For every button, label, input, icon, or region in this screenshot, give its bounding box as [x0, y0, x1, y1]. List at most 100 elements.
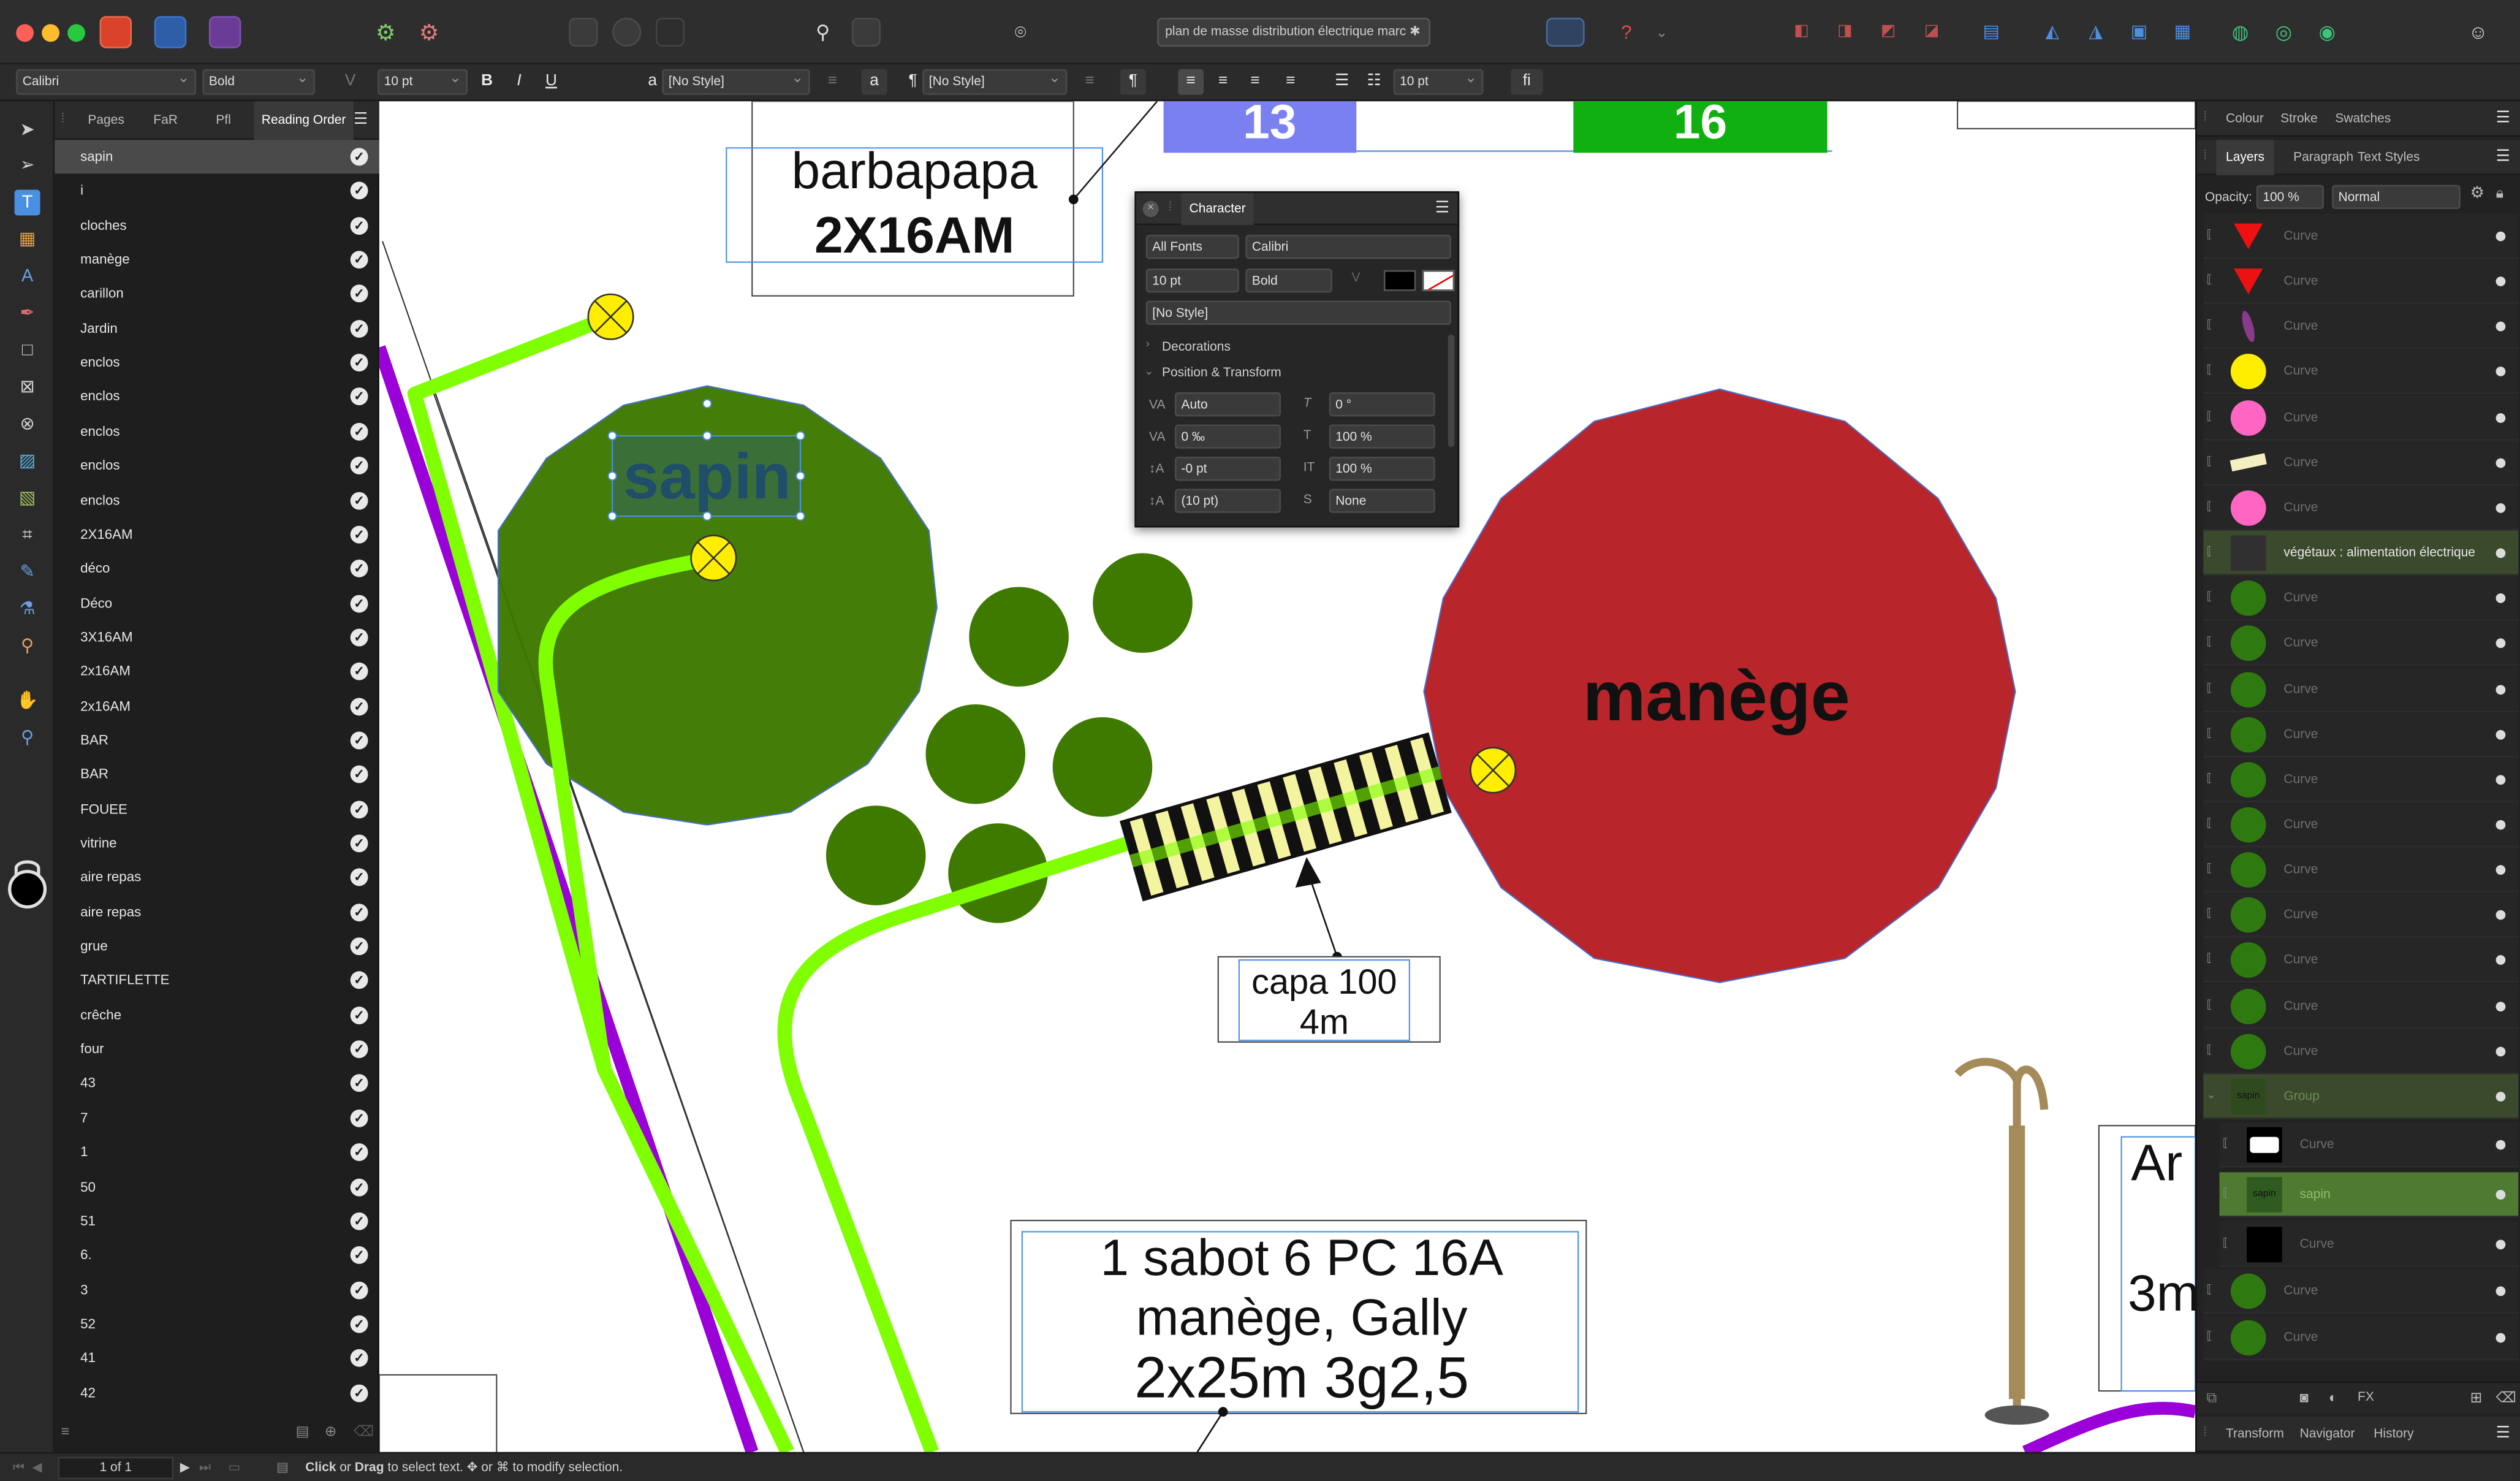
- checkmark-icon[interactable]: ✓: [350, 800, 368, 818]
- reading-order-item[interactable]: 6. ✓: [55, 1238, 379, 1272]
- font-collection-dropdown[interactable]: All Fonts: [1145, 234, 1239, 259]
- account-icon[interactable]: ☺: [2464, 18, 2492, 47]
- layer-row[interactable]: ⟦ Curve: [2203, 259, 2519, 305]
- character-panel[interactable]: × ⁞ Character ☰ All Fonts Calibri 10 pt …: [1134, 191, 1460, 528]
- layer-row[interactable]: ⟦ végétaux : alimentation électrique: [2203, 530, 2519, 576]
- cp-weight-icon[interactable]: V: [1351, 270, 1360, 285]
- next-page-icon[interactable]: ▶: [180, 1453, 190, 1481]
- picture-frame-tool-icon[interactable]: ⊠: [15, 375, 40, 400]
- snapping-icon[interactable]: ◎: [2269, 18, 2298, 47]
- layer-type-icon[interactable]: ⟦: [2207, 590, 2220, 606]
- tab-reading-order[interactable]: Reading Order: [254, 101, 354, 140]
- tab-stroke[interactable]: Stroke: [2280, 101, 2318, 137]
- checkmark-icon[interactable]: ✓: [350, 251, 368, 269]
- tab-transform[interactable]: Transform: [2226, 1417, 2284, 1452]
- skew-field[interactable]: 0 °: [1329, 392, 1435, 417]
- layer-type-icon[interactable]: ⟦: [2207, 364, 2220, 380]
- visibility-dot-icon[interactable]: [2495, 956, 2506, 965]
- layer-type-icon[interactable]: ⟦: [2223, 1187, 2236, 1203]
- layer-row[interactable]: ⟦ Curve: [2203, 440, 2519, 485]
- reading-order-item[interactable]: i ✓: [55, 174, 379, 208]
- visibility-dot-icon[interactable]: [2495, 1332, 2506, 1342]
- pilcrow-button[interactable]: ¶: [1120, 69, 1146, 95]
- publisher-persona-icon[interactable]: [99, 16, 132, 48]
- hand-tool-icon[interactable]: ✋: [15, 688, 40, 714]
- tab-far[interactable]: FaR: [142, 101, 190, 140]
- checkmark-icon[interactable]: ✓: [350, 1281, 368, 1299]
- layer-type-icon[interactable]: ⟦: [2223, 1137, 2236, 1153]
- visibility-dot-icon[interactable]: [2495, 322, 2506, 332]
- reading-order-item[interactable]: enclos ✓: [55, 380, 379, 414]
- fx-icon[interactable]: FX: [2358, 1389, 2374, 1404]
- pin-icon[interactable]: ⚲: [808, 18, 837, 47]
- checkmark-icon[interactable]: ✓: [350, 1143, 368, 1162]
- visibility-dot-icon[interactable]: [2495, 1240, 2506, 1251]
- delete-item-icon[interactable]: ⌫: [354, 1423, 374, 1441]
- checkmark-icon[interactable]: ✓: [350, 834, 368, 853]
- reading-order-item[interactable]: 2x16AM ✓: [55, 689, 379, 723]
- ellipse-frame-tool-icon[interactable]: ⊗: [15, 412, 40, 438]
- image-tool-icon[interactable]: ▧: [15, 485, 40, 511]
- layer-type-icon[interactable]: ⟦: [2207, 726, 2220, 742]
- tab-paragraph[interactable]: Paragraph: [2293, 140, 2353, 175]
- adjustment-layer-icon[interactable]: ◐: [2329, 1389, 2337, 1405]
- page-indicator[interactable]: 1 of 1: [58, 1456, 174, 1480]
- reading-order-item[interactable]: 2x16AM ✓: [55, 655, 379, 688]
- settings-gear-icon[interactable]: ⚙: [371, 18, 400, 47]
- boolean-add-icon[interactable]: ◧: [1787, 18, 1816, 47]
- visibility-dot-icon[interactable]: [2495, 276, 2506, 287]
- checkmark-icon[interactable]: ✓: [350, 1075, 368, 1093]
- reading-order-item[interactable]: aire repas ✓: [55, 861, 379, 894]
- manege-outlet-icon[interactable]: [1470, 747, 1517, 794]
- sabot-line-3[interactable]: 2x25m 3g2,5: [1134, 1346, 1469, 1411]
- top-outlet-icon[interactable]: [587, 293, 634, 340]
- boolean-subtract-icon[interactable]: ◨: [1831, 18, 1859, 47]
- layer-type-icon[interactable]: ⟦: [2207, 228, 2220, 244]
- reading-order-item[interactable]: carillon ✓: [55, 277, 379, 311]
- checkmark-icon[interactable]: ✓: [350, 388, 368, 406]
- visibility-dot-icon[interactable]: [2495, 1140, 2506, 1150]
- kerning-field[interactable]: Auto: [1174, 392, 1281, 417]
- first-page-icon[interactable]: ⏮: [13, 1453, 25, 1481]
- color-picker-tool-icon[interactable]: ⚲: [15, 634, 40, 660]
- reading-order-item[interactable]: crêche ✓: [55, 998, 379, 1032]
- layer-type-icon[interactable]: ⟦: [2207, 500, 2220, 516]
- checkmark-icon[interactable]: ✓: [350, 285, 368, 303]
- visibility-dot-icon[interactable]: [2495, 684, 2506, 694]
- underline-button[interactable]: U: [539, 69, 564, 95]
- tab-text-styles[interactable]: Text Styles: [2358, 140, 2419, 175]
- align-left-icon[interactable]: ▤: [1977, 18, 2006, 47]
- visibility-dot-icon[interactable]: [2495, 367, 2506, 377]
- layer-row[interactable]: ⟦ Curve: [2203, 756, 2519, 802]
- baseline-field[interactable]: -0 pt: [1174, 456, 1281, 481]
- layer-row[interactable]: ⌄ sapin Group: [2203, 1073, 2519, 1119]
- ar-length-text[interactable]: 3m: [2128, 1264, 2195, 1322]
- italic-button[interactable]: I: [506, 69, 532, 95]
- ar-text[interactable]: Ar: [2131, 1133, 2182, 1191]
- reading-order-item[interactable]: enclos ✓: [55, 414, 379, 448]
- reading-order-item[interactable]: 41 ✓: [55, 1341, 379, 1375]
- zoom-window-button[interactable]: [67, 24, 85, 42]
- boolean-xor-icon[interactable]: ◪: [1918, 18, 1946, 47]
- visibility-dot-icon[interactable]: [2495, 503, 2506, 513]
- layer-row[interactable]: ⟦ Curve: [2203, 349, 2519, 395]
- numbered-list-icon[interactable]: ☷: [1361, 69, 1387, 95]
- barbapapa-amp-text[interactable]: 2X16AM: [814, 206, 1014, 264]
- layer-row[interactable]: ⟦ Curve: [2203, 802, 2519, 848]
- checkmark-icon[interactable]: ✓: [350, 628, 368, 647]
- superscript-dropdown[interactable]: None: [1329, 489, 1435, 513]
- photo-persona-icon[interactable]: [208, 16, 241, 48]
- layer-row[interactable]: ⟦ Curve: [2203, 304, 2519, 350]
- reading-order-item[interactable]: Jardin ✓: [55, 311, 379, 345]
- panel-menu-icon[interactable]: ☰: [354, 111, 368, 129]
- character-style-dropdown[interactable]: [No Style]: [662, 69, 810, 95]
- reading-order-item[interactable]: 3 ✓: [55, 1273, 379, 1306]
- checkmark-icon[interactable]: ✓: [350, 216, 368, 235]
- checkmark-icon[interactable]: ✓: [350, 1349, 368, 1368]
- layer-options-icon[interactable]: ⧉: [2207, 1389, 2217, 1407]
- reading-order-item[interactable]: 52 ✓: [55, 1307, 379, 1341]
- layer-row[interactable]: ⟦ Curve: [2203, 1269, 2519, 1315]
- capa-text[interactable]: capa 100: [1251, 962, 1397, 1002]
- checkmark-icon[interactable]: ✓: [350, 354, 368, 372]
- tab-pages[interactable]: Pages: [77, 101, 135, 140]
